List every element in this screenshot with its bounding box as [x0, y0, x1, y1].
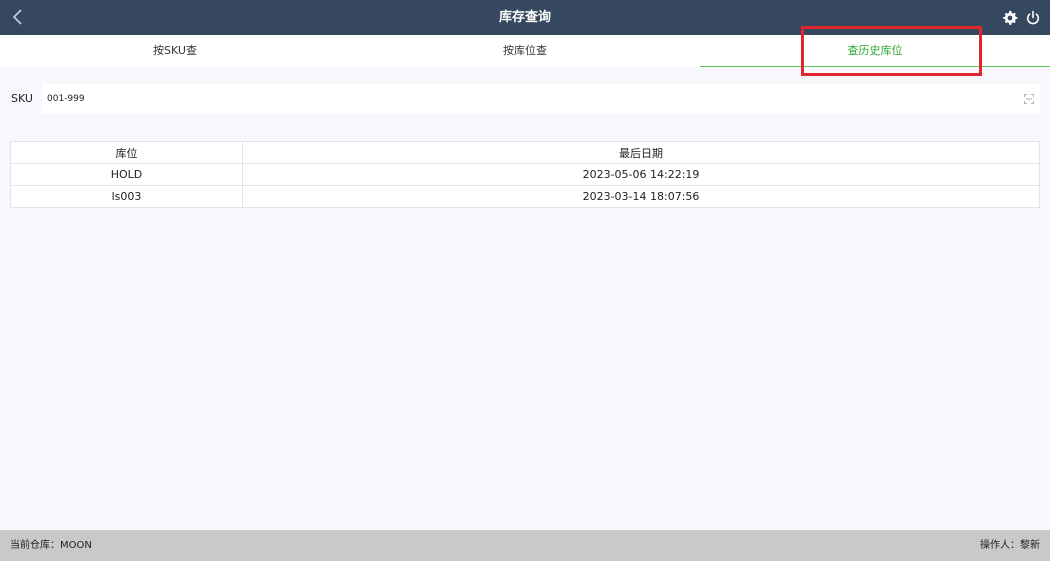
operator-label: 操作人：: [980, 540, 1020, 551]
current-warehouse: 当前仓库：MOON: [10, 530, 92, 561]
table-row[interactable]: ls003 2023-03-14 18:07:56: [10, 185, 1040, 208]
scan-icon[interactable]: [1024, 94, 1034, 104]
cell-location: ls003: [10, 185, 243, 208]
top-bar: 库存查询: [0, 0, 1050, 35]
status-footer: 当前仓库：MOON 操作人：黎新: [0, 530, 1050, 561]
page-title: 库存查询: [498, 10, 551, 25]
history-location-table: 库位 最后日期 HOLD 2023-05-06 14:22:19 ls003 2…: [10, 141, 1040, 208]
tab-by-location[interactable]: 按库位查: [350, 35, 700, 67]
gear-icon[interactable]: [1002, 10, 1018, 26]
table-row[interactable]: HOLD 2023-05-06 14:22:19: [10, 163, 1040, 186]
table-header-row: 库位 最后日期: [10, 141, 1040, 164]
cell-location: HOLD: [10, 163, 243, 186]
operator-value: 黎新: [1020, 540, 1040, 551]
sku-input[interactable]: [42, 84, 1040, 114]
warehouse-value: MOON: [60, 540, 92, 551]
sku-label: SKU: [11, 92, 33, 105]
sku-search-row: SKU: [0, 84, 1050, 114]
tab-by-sku[interactable]: 按SKU查: [0, 35, 350, 67]
column-header-last-date: 最后日期: [242, 141, 1040, 164]
operator: 操作人：黎新: [980, 530, 1040, 561]
warehouse-label: 当前仓库：: [10, 540, 60, 551]
cell-last-date: 2023-05-06 14:22:19: [242, 163, 1040, 186]
tab-bar: 按SKU查 按库位查 查历史库位: [0, 35, 1050, 67]
column-header-location: 库位: [10, 141, 243, 164]
power-icon[interactable]: [1025, 10, 1041, 26]
cell-last-date: 2023-03-14 18:07:56: [242, 185, 1040, 208]
tab-history-location[interactable]: 查历史库位: [700, 35, 1050, 67]
